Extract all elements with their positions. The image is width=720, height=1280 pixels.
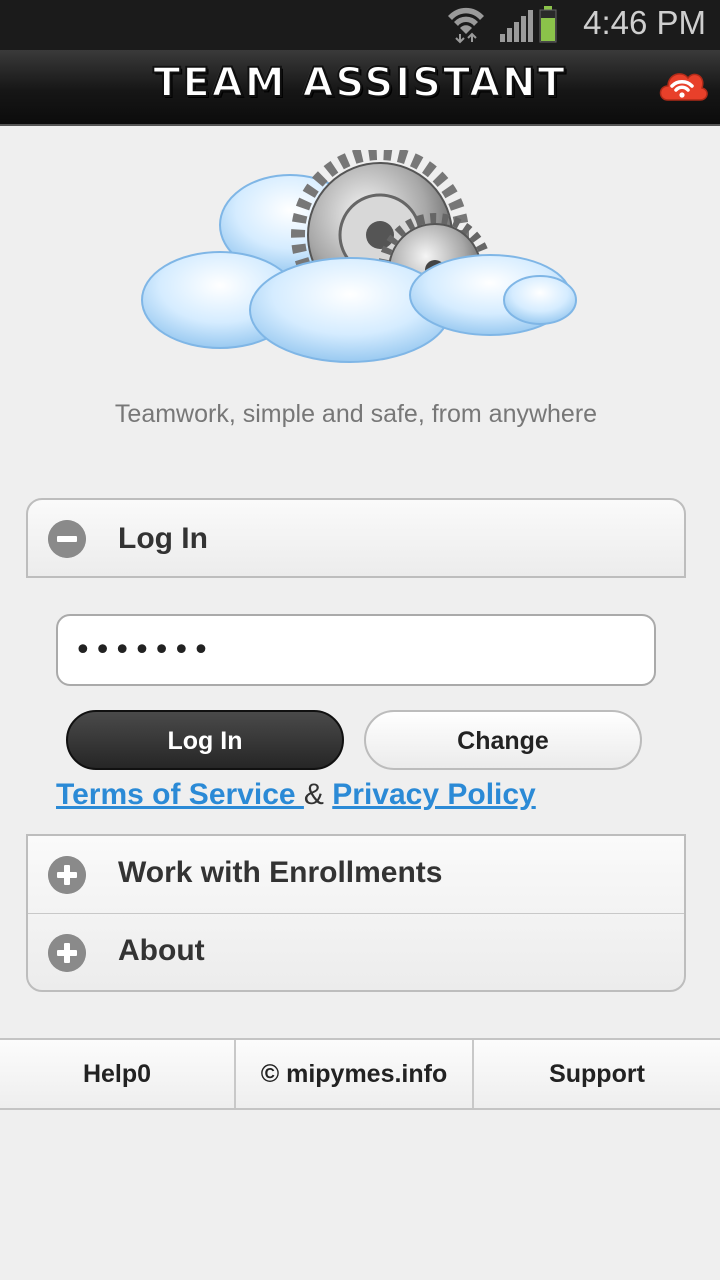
menu-list: Work with Enrollments About [26, 834, 686, 992]
plus-circle-icon [48, 856, 86, 894]
app-header: TEAM ASSISTANT [0, 50, 720, 126]
password-field[interactable] [56, 614, 656, 686]
footer-copyright-link[interactable]: © mipymes.info [236, 1040, 472, 1108]
cloud-gears-illustration [141, 150, 577, 363]
battery-icon [539, 6, 557, 43]
cloud-wifi-icon[interactable] [656, 60, 708, 106]
terms-of-service-link[interactable]: Terms of Service [56, 778, 304, 811]
footer-bar: Help0 © mipymes.info Support [0, 1038, 720, 1110]
wifi-icon [448, 7, 484, 44]
status-bar: 4:46 PM [0, 0, 720, 50]
plus-circle-icon [48, 934, 86, 972]
clock: 4:46 PM [583, 4, 706, 41]
footer-help-link[interactable]: Help0 [0, 1040, 234, 1108]
login-section-label: Log In [118, 522, 208, 555]
footer-support-link[interactable]: Support [474, 1040, 720, 1108]
login-button[interactable]: Log In [66, 710, 344, 770]
menu-item-label: About [118, 934, 205, 967]
privacy-policy-link[interactable]: Privacy Policy [332, 778, 535, 811]
tagline: Teamwork, simple and safe, from anywhere [114, 400, 598, 428]
status-icons [448, 6, 557, 44]
app-title: TEAM ASSISTANT [152, 59, 567, 107]
signal-icon [500, 10, 533, 42]
menu-item-enrollments[interactable]: Work with Enrollments [28, 836, 684, 914]
front-cloud-icon [141, 251, 577, 363]
menu-item-label: Work with Enrollments [118, 856, 443, 889]
minus-circle-icon [48, 520, 86, 558]
change-button[interactable]: Change [364, 710, 642, 770]
login-section-header[interactable]: Log In [26, 498, 686, 578]
legal-ampersand: & [303, 778, 333, 811]
menu-item-about[interactable]: About [28, 914, 684, 990]
legal-links: Terms of Service & Privacy Policy [56, 778, 536, 812]
